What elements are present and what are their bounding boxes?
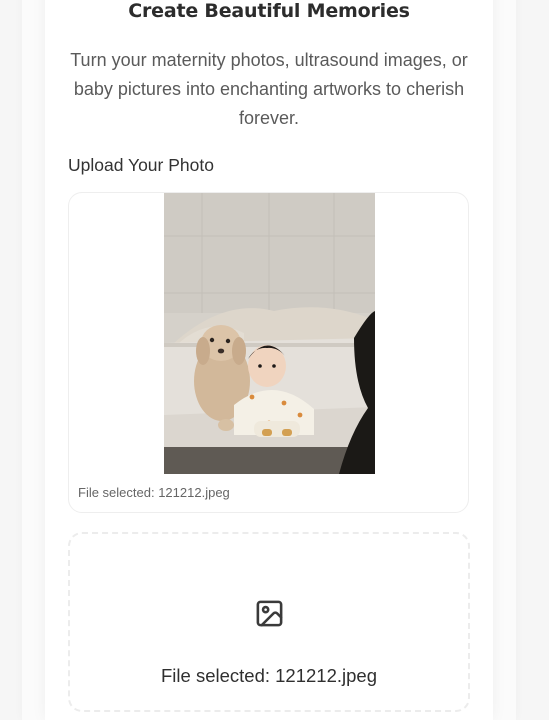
- upload-label: Upload Your Photo: [68, 155, 214, 175]
- uploaded-photo-preview: [164, 193, 375, 474]
- preview-file-selected-text: File selected: 121212.jpeg: [78, 485, 230, 500]
- page-title: Create Beautiful Memories: [128, 0, 410, 22]
- dropzone-file-selected-text: File selected: 121212.jpeg: [161, 665, 377, 686]
- page-subtitle: Turn your maternity photos, ultrasound i…: [70, 50, 468, 128]
- image-icon: [254, 598, 285, 629]
